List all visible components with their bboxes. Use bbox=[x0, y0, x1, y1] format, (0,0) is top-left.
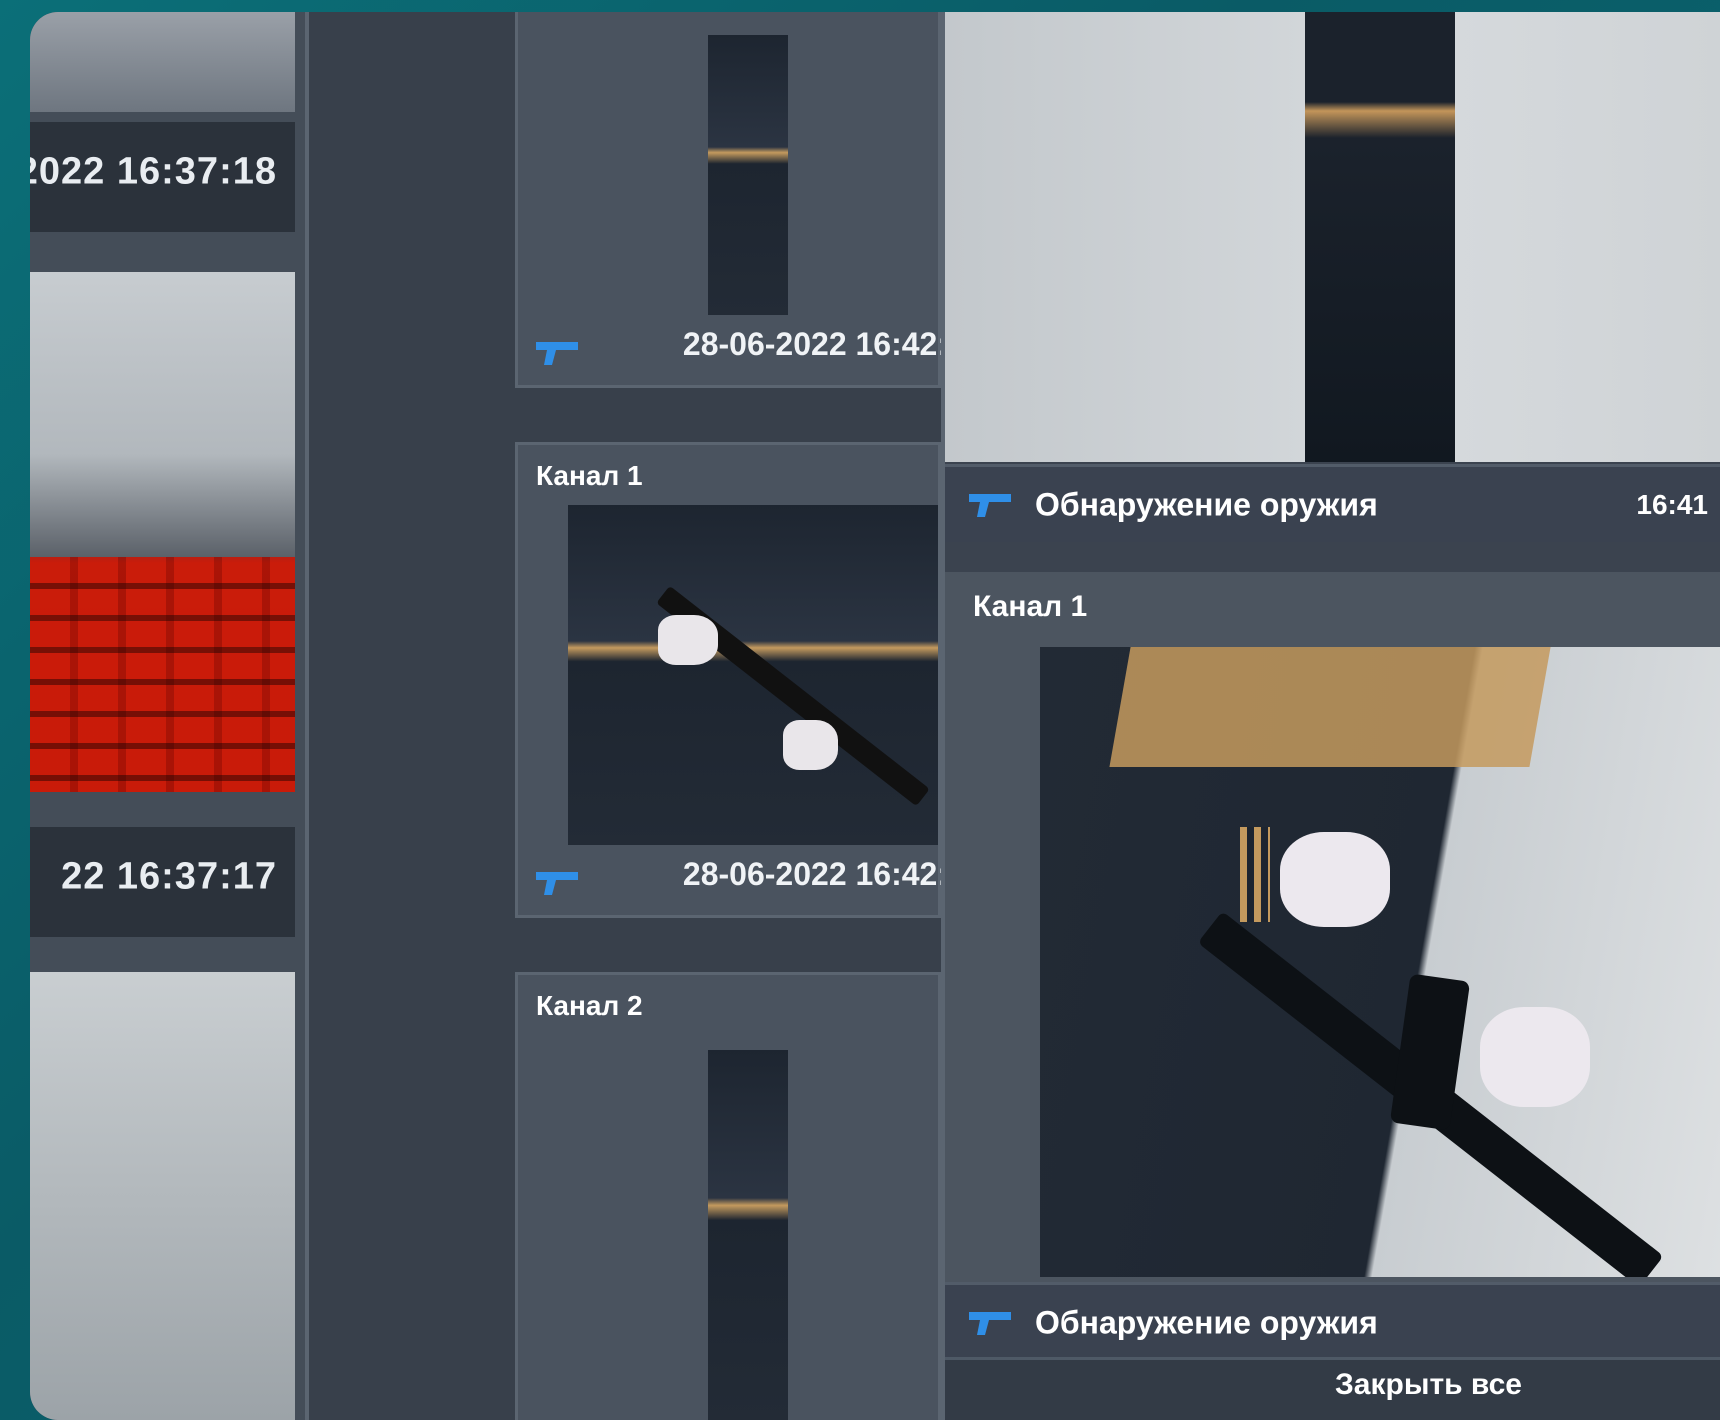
hand-shape bbox=[783, 720, 838, 770]
timestamp: 2022 16:37:18 bbox=[30, 150, 277, 192]
gun-icon bbox=[536, 872, 578, 895]
timestamp-bar: 22 16:37:17 bbox=[30, 827, 295, 937]
event-snapshot-zoomed bbox=[1040, 647, 1720, 1277]
jacket-stripe bbox=[1109, 647, 1551, 767]
camera-thumbnail-auditorium[interactable] bbox=[30, 272, 295, 792]
person-figure bbox=[1305, 12, 1455, 462]
event-card-footer: 28-06-2022 16:42: bbox=[518, 315, 948, 385]
monitor-screen: 2022 16:37:18 22 16:37:17 28-06-2022 16:… bbox=[30, 12, 1720, 1420]
person-figure bbox=[708, 1050, 788, 1420]
event-detail[interactable]: Канал 1 bbox=[945, 572, 1720, 1282]
gun-icon bbox=[969, 493, 1011, 517]
person-figure bbox=[708, 35, 788, 315]
column-divider bbox=[941, 12, 945, 1420]
left-thumbnail-column: 2022 16:37:18 22 16:37:17 bbox=[30, 12, 305, 1420]
column-divider bbox=[305, 12, 309, 1420]
event-card[interactable]: 28-06-2022 16:42: bbox=[515, 12, 948, 388]
event-snapshot-large bbox=[945, 12, 1720, 462]
camera-thumbnail-hallway[interactable] bbox=[30, 972, 295, 1420]
channel-label: Канал 1 bbox=[536, 460, 643, 491]
gun-icon bbox=[536, 342, 578, 365]
event-card[interactable]: Канал 1 28-06-2022 16:42: bbox=[515, 442, 948, 918]
event-date: 28-06-2022 16:42: bbox=[682, 856, 948, 892]
event-date: 28-06-2022 16:42: bbox=[682, 326, 948, 362]
channel-label: Канал 1 bbox=[973, 590, 1088, 623]
hand-shape bbox=[658, 615, 718, 665]
event-snapshot bbox=[708, 1050, 788, 1420]
event-card-footer: 28-06-2022 16:42: bbox=[518, 845, 948, 915]
event-time: 16:41 bbox=[1636, 488, 1708, 520]
sleeve-cuff bbox=[1240, 827, 1270, 922]
close-all-bar: Закрыть все bbox=[945, 1357, 1720, 1420]
event-detail-panel: Обнаружение оружия 16:41 Канал 1 Обнаруж… bbox=[945, 12, 1720, 1420]
event-header[interactable]: Обнаружение оружия bbox=[945, 1282, 1720, 1360]
close-all-button[interactable]: Закрыть все bbox=[1335, 1368, 1522, 1402]
channel-label: Канал 2 bbox=[536, 990, 643, 1021]
hand-shape bbox=[1480, 1007, 1590, 1107]
hand-shape bbox=[1280, 832, 1390, 927]
event-card[interactable]: Канал 2 bbox=[515, 972, 941, 1420]
auditorium-seats bbox=[30, 557, 295, 792]
gun-icon bbox=[969, 1311, 1011, 1335]
timestamp-bar: 2022 16:37:18 bbox=[30, 122, 295, 232]
event-type-label: Обнаружение оружия bbox=[1035, 486, 1378, 522]
timestamp: 22 16:37:17 bbox=[61, 855, 277, 897]
event-card-list: 28-06-2022 16:42: Канал 1 28-06-2022 16:… bbox=[305, 12, 948, 1420]
event-snapshot bbox=[568, 505, 938, 845]
event-type-label: Обнаружение оружия bbox=[1035, 1304, 1378, 1340]
camera-thumbnail[interactable] bbox=[30, 12, 295, 112]
event-header[interactable]: Обнаружение оружия 16:41 bbox=[945, 464, 1720, 542]
event-snapshot bbox=[708, 35, 788, 315]
